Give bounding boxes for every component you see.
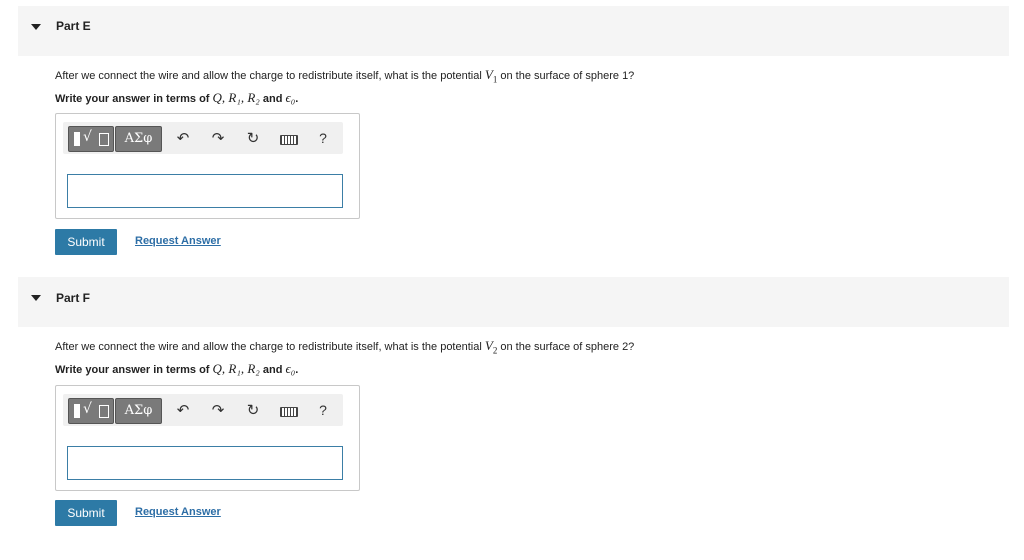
greek-icon[interactable]: ΑΣφ	[115, 126, 162, 152]
keyboard-icon[interactable]	[280, 135, 298, 145]
redo-icon[interactable]: ↷	[208, 128, 228, 148]
greek-icon[interactable]: ΑΣφ	[115, 398, 162, 424]
question-text: After we connect the wire and allow the …	[55, 338, 635, 356]
question-text: After we connect the wire and allow the …	[55, 67, 635, 85]
redo-icon[interactable]: ↷	[208, 400, 228, 420]
instruction-text: Write your answer in terms of Q, R₁, R₂ …	[55, 361, 299, 376]
submit-button[interactable]: Submit	[55, 229, 117, 255]
help-icon[interactable]: ?	[313, 128, 333, 148]
submit-button[interactable]: Submit	[55, 500, 117, 526]
answer-box: √ ΑΣφ ↶ ↷ ↻ ?	[55, 113, 360, 219]
instruction-text: Write your answer in terms of Q, R₁, R₂ …	[55, 90, 299, 105]
template-icon[interactable]: √	[68, 398, 114, 424]
undo-icon[interactable]: ↶	[173, 400, 193, 420]
request-answer-link[interactable]: Request Answer	[135, 506, 221, 518]
caret-down-icon[interactable]	[31, 24, 41, 30]
answer-input[interactable]	[67, 174, 343, 208]
help-icon[interactable]: ?	[313, 400, 333, 420]
math-toolbar: √ ΑΣφ ↶ ↷ ↻ ?	[63, 394, 343, 426]
part-title: Part F	[56, 291, 91, 305]
part-header[interactable]: Part F	[18, 277, 1009, 327]
caret-down-icon[interactable]	[31, 295, 41, 301]
keyboard-icon[interactable]	[280, 407, 298, 417]
part-f: Part F After we connect the wire and all…	[18, 277, 1009, 537]
template-icon[interactable]: √	[68, 126, 114, 152]
part-title: Part E	[56, 19, 91, 33]
reset-icon[interactable]: ↻	[243, 128, 263, 148]
request-answer-link[interactable]: Request Answer	[135, 235, 221, 247]
answer-input[interactable]	[67, 446, 343, 480]
reset-icon[interactable]: ↻	[243, 400, 263, 420]
math-toolbar: √ ΑΣφ ↶ ↷ ↻ ?	[63, 122, 343, 154]
answer-box: √ ΑΣφ ↶ ↷ ↻ ?	[55, 385, 360, 491]
part-e: Part E After we connect the wire and all…	[18, 6, 1009, 266]
undo-icon[interactable]: ↶	[173, 128, 193, 148]
part-header[interactable]: Part E	[18, 6, 1009, 56]
